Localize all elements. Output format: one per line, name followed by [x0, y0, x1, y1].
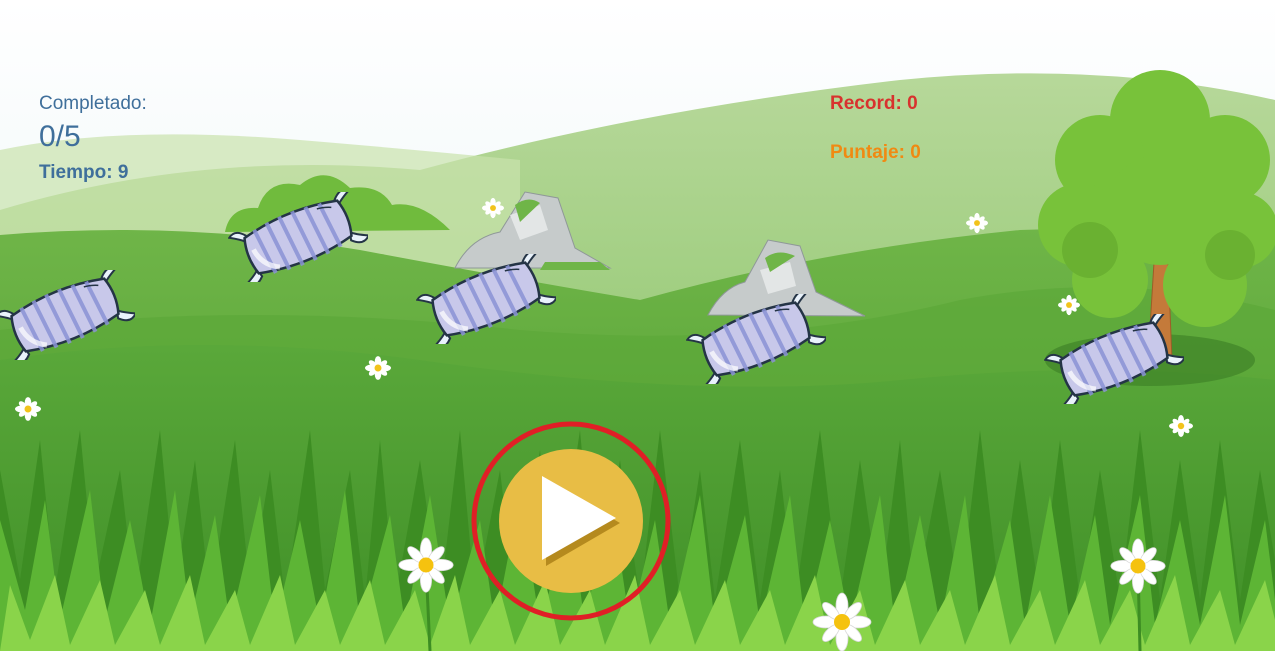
- play-button[interactable]: [470, 420, 672, 622]
- pillow-icon: [1044, 314, 1184, 404]
- pillow-icon: [416, 254, 556, 344]
- pillow-target-3[interactable]: [416, 254, 556, 344]
- timer-text: Tiempo: 9: [39, 162, 129, 183]
- pillow-target-2[interactable]: [228, 192, 368, 282]
- pillow-target-1[interactable]: [0, 270, 135, 360]
- progress-counter: 0/5: [39, 120, 81, 153]
- record-score: Record: 0: [830, 93, 918, 114]
- completed-label: Completado:: [39, 93, 147, 114]
- current-score: Puntaje: 0: [830, 142, 921, 163]
- pillow-icon: [686, 294, 826, 384]
- pillow-target-4[interactable]: [686, 294, 826, 384]
- pillow-icon: [0, 270, 135, 360]
- pillow-target-5[interactable]: [1044, 314, 1184, 404]
- pillow-icon: [228, 192, 368, 282]
